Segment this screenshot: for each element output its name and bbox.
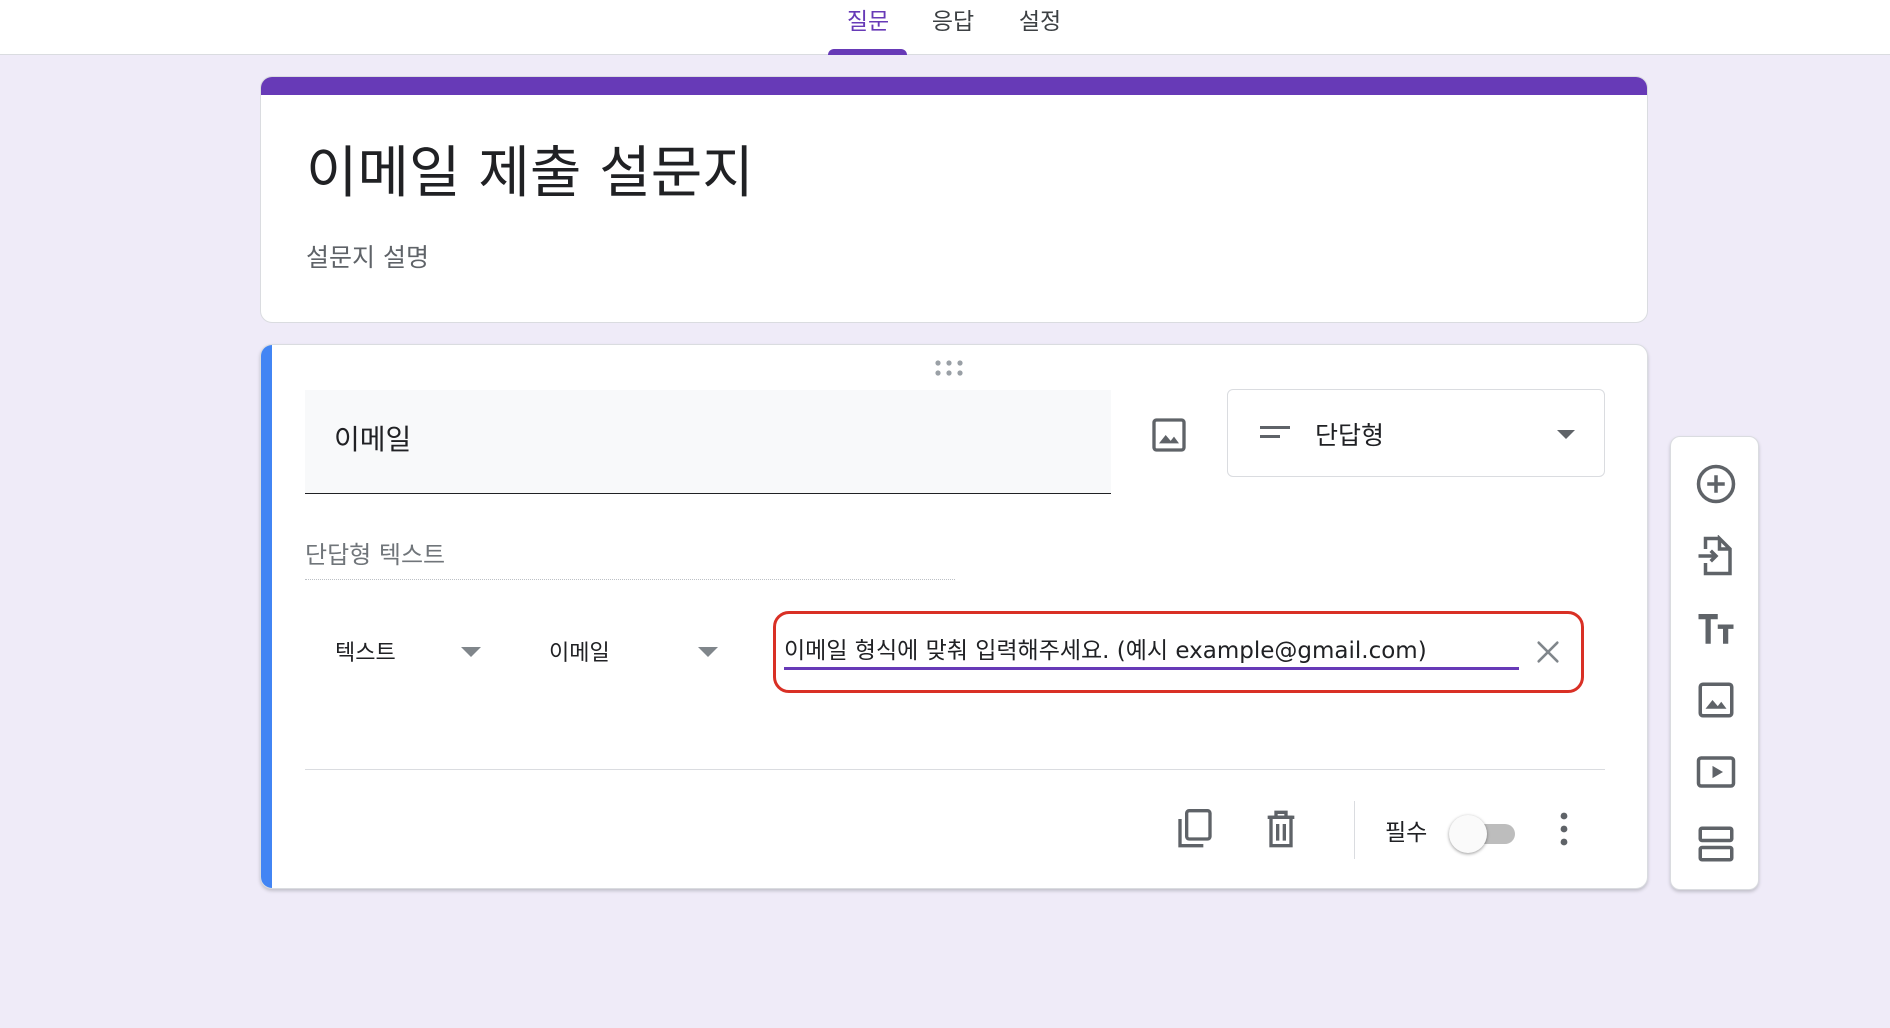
active-question-indicator bbox=[261, 345, 272, 888]
form-header-card: 이메일 제출 설문지 설문지 설명 bbox=[260, 76, 1648, 323]
validation-condition-label: 이메일 bbox=[549, 641, 610, 666]
chevron-down-icon bbox=[698, 647, 718, 657]
form-description[interactable]: 설문지 설명 bbox=[306, 238, 429, 274]
image-icon[interactable] bbox=[1149, 415, 1189, 455]
required-label: 필수 bbox=[1385, 820, 1428, 846]
validation-error-text-highlight: 이메일 형식에 맞춰 입력해주세요. (예시 example@gmail.com… bbox=[773, 611, 1584, 693]
validation-category-select[interactable]: 텍스트 bbox=[335, 631, 495, 671]
custom-error-text-input[interactable]: 이메일 형식에 맞춰 입력해주세요. (예시 example@gmail.com… bbox=[784, 634, 1519, 670]
short-text-icon bbox=[1260, 426, 1290, 438]
close-icon[interactable] bbox=[1534, 638, 1562, 666]
question-card[interactable]: 이메일 단답형 단답형 텍스트 텍스트 이메일 이메일 형식에 맞춰 입력해주세… bbox=[260, 344, 1648, 889]
toggle-knob bbox=[1449, 815, 1487, 853]
validation-condition-select[interactable]: 이메일 bbox=[549, 631, 729, 671]
form-title[interactable]: 이메일 제출 설문지 bbox=[306, 132, 754, 216]
more-vert-icon[interactable] bbox=[1557, 809, 1571, 849]
short-answer-placeholder: 단답형 텍스트 bbox=[305, 535, 955, 580]
footer-separator bbox=[1354, 801, 1355, 859]
side-toolbar bbox=[1670, 436, 1759, 890]
active-tab-indicator bbox=[828, 49, 907, 55]
required-toggle[interactable] bbox=[1449, 815, 1517, 853]
section-icon[interactable] bbox=[1695, 823, 1737, 865]
add-circle-icon[interactable] bbox=[1695, 463, 1737, 505]
question-title-field[interactable]: 이메일 bbox=[305, 390, 1111, 494]
title-text-icon[interactable] bbox=[1695, 607, 1737, 649]
question-type-label: 단답형 bbox=[1315, 421, 1385, 450]
tab-responses[interactable]: 응답 bbox=[925, 4, 981, 52]
trash-icon[interactable] bbox=[1261, 807, 1301, 851]
video-icon[interactable] bbox=[1695, 751, 1737, 793]
drag-handle-icon[interactable] bbox=[933, 359, 965, 377]
tab-questions[interactable]: 질문 bbox=[840, 4, 896, 52]
question-type-dropdown[interactable]: 단답형 bbox=[1227, 389, 1605, 477]
card-footer-divider bbox=[305, 769, 1605, 770]
top-tab-bar: 질문 응답 설정 bbox=[0, 0, 1890, 55]
add-image-icon[interactable] bbox=[1695, 679, 1737, 721]
validation-category-label: 텍스트 bbox=[335, 641, 396, 666]
header-accent-bar bbox=[261, 77, 1647, 95]
question-title-text: 이메일 bbox=[334, 423, 412, 456]
tab-settings[interactable]: 설정 bbox=[1012, 4, 1068, 52]
copy-icon[interactable] bbox=[1175, 807, 1215, 851]
chevron-down-icon bbox=[461, 647, 481, 657]
chevron-down-icon bbox=[1557, 430, 1575, 439]
import-icon[interactable] bbox=[1695, 535, 1737, 577]
